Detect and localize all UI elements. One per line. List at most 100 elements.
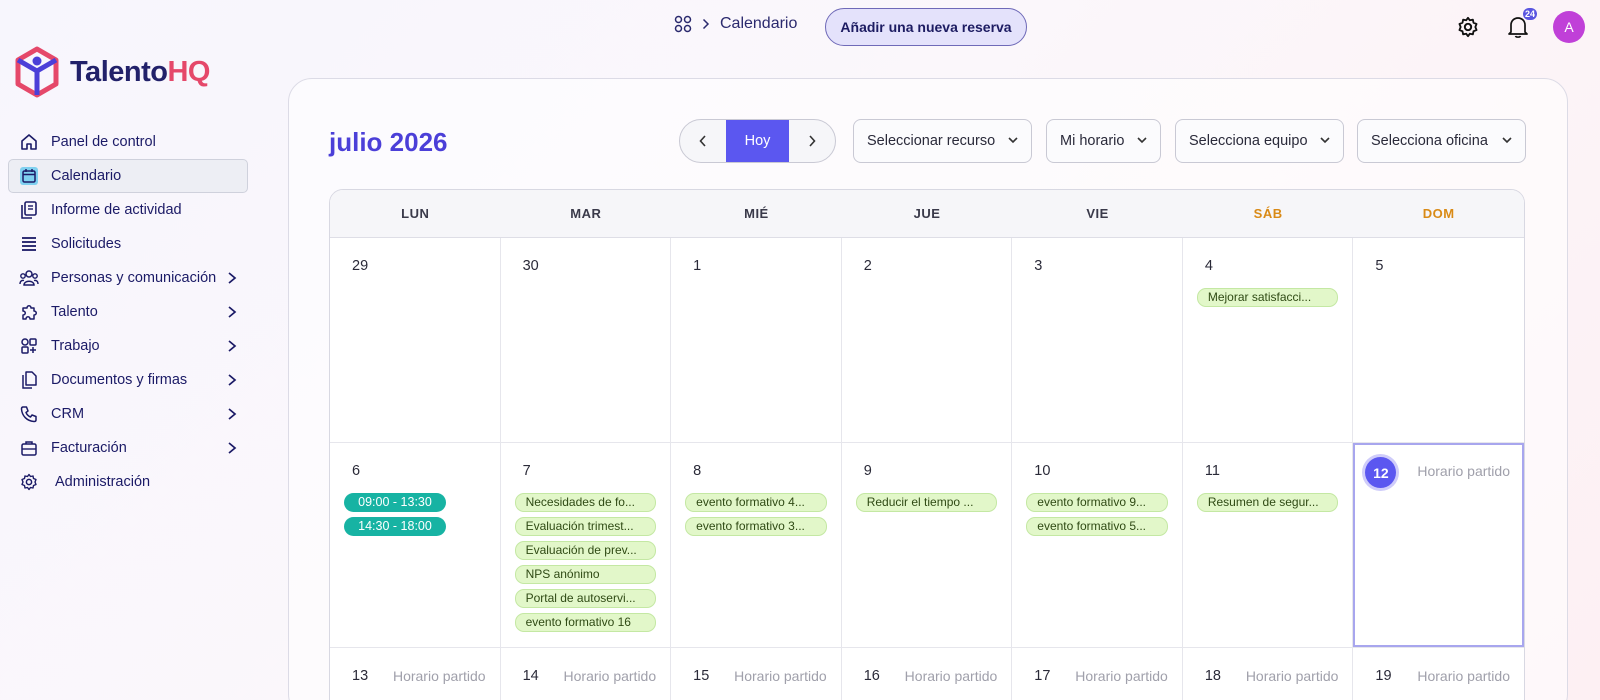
schedule-select[interactable]: Mi horario	[1046, 119, 1161, 163]
day-number: 8	[693, 463, 702, 479]
day-cell[interactable]: 4 Mejorar satisfacci...	[1183, 238, 1354, 442]
event-chip[interactable]: Portal de autoservi...	[514, 589, 657, 608]
event-chip[interactable]: Reducir el tiempo ...	[855, 493, 998, 512]
office-select[interactable]: Selecciona oficina	[1357, 119, 1526, 163]
briefcase-icon	[19, 438, 39, 458]
day-cell[interactable]: 1	[671, 238, 842, 442]
sidebar-item-label: Personas y comunicación	[51, 270, 217, 286]
day-cell-today[interactable]: 12 Horario partido	[1353, 443, 1524, 647]
weekday-label: SÁB	[1253, 206, 1283, 221]
avatar[interactable]: A	[1553, 11, 1585, 43]
schedule-label: Horario partido	[1245, 668, 1339, 684]
event-chip[interactable]: Evaluación trimest...	[514, 517, 657, 536]
weekday-label: DOM	[1422, 206, 1455, 221]
chevron-right-icon	[228, 306, 237, 318]
day-number: 7	[522, 463, 531, 479]
gear-icon	[19, 472, 39, 492]
sidebar-item-panel-de-control[interactable]: Panel de control	[8, 125, 248, 159]
calendar-card: julio 2026 Hoy Seleccionar recurso Mi ho…	[288, 78, 1568, 700]
report-icon	[19, 200, 39, 220]
apps-grid-icon[interactable]	[674, 15, 692, 33]
event-chip[interactable]: Resumen de segur...	[1196, 493, 1339, 512]
day-cell[interactable]: 11 Resumen de segur...	[1183, 443, 1354, 647]
prev-month-button[interactable]	[680, 120, 726, 162]
office-select-value: Selecciona oficina	[1371, 133, 1488, 149]
day-cell[interactable]: 18 Horario partido	[1183, 648, 1354, 700]
week-row: 6 09:00 - 13:30 14:30 - 18:00 7 Necesidades …	[330, 443, 1524, 648]
event-chip[interactable]: Necesidades de fo...	[514, 493, 657, 512]
day-cell[interactable]: 14 Horario partido	[501, 648, 672, 700]
home-icon	[19, 132, 39, 152]
event-chip[interactable]: Evaluación de prev...	[514, 541, 657, 560]
sidebar-item-talento[interactable]: Talento	[8, 295, 248, 329]
chevron-down-icon	[1137, 137, 1147, 144]
event-chip[interactable]: NPS anónimo	[514, 565, 657, 584]
settings-gear-icon[interactable]	[1455, 14, 1481, 40]
event-chip[interactable]: evento formativo 5...	[1026, 517, 1168, 536]
event-chip[interactable]: Mejorar satisfacci...	[1196, 288, 1339, 307]
breadcrumb-current[interactable]: Calendario	[720, 15, 797, 33]
day-cell[interactable]: 5	[1353, 238, 1524, 442]
day-number: 5	[1375, 258, 1384, 274]
day-number: 9	[863, 463, 872, 479]
add-booking-button[interactable]: Añadir una nueva reserva	[825, 8, 1027, 46]
schedule-label: Horario partido	[1075, 668, 1168, 684]
day-cell[interactable]: 30	[501, 238, 672, 442]
day-cell[interactable]: 3	[1012, 238, 1183, 442]
sidebar-item-trabajo[interactable]: Trabajo	[8, 329, 248, 363]
day-number: 30	[522, 258, 539, 274]
sidebar-item-documentos-y-firmas[interactable]: Documentos y firmas	[8, 363, 248, 397]
day-cell[interactable]: 2	[842, 238, 1013, 442]
day-cell[interactable]: 16 Horario partido	[842, 648, 1013, 700]
event-chip[interactable]: evento formativo 3...	[685, 517, 827, 536]
day-cell[interactable]: 15 Horario partido	[671, 648, 842, 700]
next-month-button[interactable]	[789, 120, 835, 162]
sidebar-item-label: CRM	[51, 406, 85, 422]
day-number: 11	[1204, 463, 1220, 479]
day-number: 17	[1034, 668, 1051, 684]
sidebar-item-crm[interactable]: CRM	[8, 397, 248, 431]
day-cell[interactable]: 10 evento formativo 9... evento formativo …	[1012, 443, 1183, 647]
chevron-right-icon	[228, 272, 237, 284]
day-cell[interactable]: 29	[330, 238, 501, 442]
day-cell[interactable]: 19 Horario partido	[1353, 648, 1524, 700]
resource-select[interactable]: Seleccionar recurso	[853, 119, 1032, 163]
today-button[interactable]: Hoy	[726, 120, 789, 162]
chevron-right-icon	[228, 442, 237, 454]
day-cell[interactable]: 17 Horario partido	[1012, 648, 1183, 700]
chevron-right-icon	[809, 135, 816, 147]
sidebar-item-administracion[interactable]: Administración	[8, 465, 248, 499]
team-select[interactable]: Selecciona equipo	[1175, 119, 1344, 163]
day-cell[interactable]: 8 evento formativo 4... evento formativo 3…	[671, 443, 842, 647]
day-number: 1	[693, 258, 702, 274]
day-cell[interactable]: 6 09:00 - 13:30 14:30 - 18:00	[330, 443, 501, 647]
event-chip[interactable]: evento formativo 16	[514, 613, 657, 632]
day-cell[interactable]: 13 Horario partido	[330, 648, 501, 700]
sidebar-item-label: Trabajo	[51, 338, 100, 354]
sidebar-item-calendario[interactable]: Calendario	[8, 159, 248, 193]
chevron-right-icon	[228, 408, 237, 420]
sidebar-item-personas-y-comunicacion[interactable]: Personas y comunicación	[8, 261, 248, 295]
day-number: 19	[1375, 668, 1392, 684]
resource-select-value: Seleccionar recurso	[867, 133, 996, 149]
logo-text: TalentoHQ	[70, 55, 210, 88]
chevron-right-icon	[228, 340, 237, 352]
day-cell[interactable]: 9 Reducir el tiempo ...	[842, 443, 1013, 647]
chevron-right-icon	[228, 374, 237, 386]
sidebar-item-label: Solicitudes	[51, 236, 122, 252]
sidebar-item-facturacion[interactable]: Facturación	[8, 431, 248, 465]
schedule-select-value: Mi horario	[1060, 133, 1125, 149]
sidebar-item-informe-de-actividad[interactable]: Informe de actividad	[8, 193, 248, 227]
day-number: 13	[352, 668, 369, 684]
day-cell[interactable]: 7 Necesidades de fo... Evaluación trimest.…	[501, 443, 672, 647]
shift-chip[interactable]: 09:00 - 13:30	[344, 493, 446, 512]
event-chip[interactable]: evento formativo 4...	[685, 493, 827, 512]
shift-chip[interactable]: 14:30 - 18:00	[344, 517, 446, 536]
event-chip[interactable]: evento formativo 9...	[1026, 493, 1168, 512]
sidebar-item-solicitudes[interactable]: Solicitudes	[8, 227, 248, 261]
sidebar: Panel de control Calendario Informe de a…	[8, 125, 248, 499]
team-select-value: Selecciona equipo	[1189, 133, 1308, 149]
month-title: julio 2026	[329, 127, 448, 157]
day-number: 4	[1204, 258, 1213, 274]
weekday-label: VIE	[1086, 206, 1109, 221]
